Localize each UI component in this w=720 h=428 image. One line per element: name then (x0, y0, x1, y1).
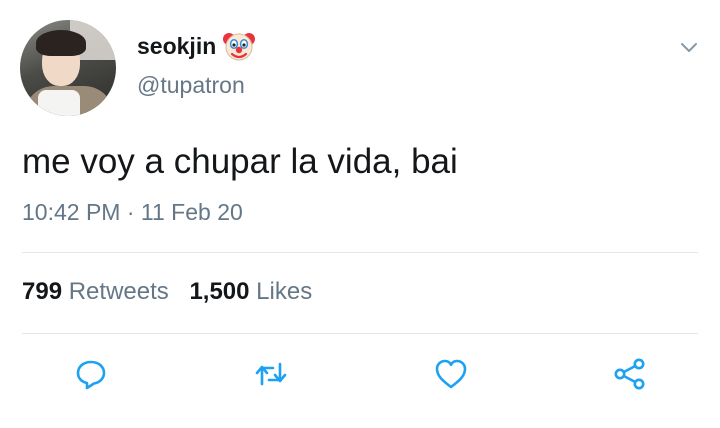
like-icon[interactable] (433, 356, 469, 392)
avatar-shirt (38, 90, 80, 116)
likes-count: 1,500 (189, 278, 250, 305)
tweet-time: 10:42 PM (22, 199, 121, 225)
author-handle[interactable]: @tupatron (137, 72, 245, 99)
chevron-down-icon[interactable] (678, 36, 700, 58)
retweets-count: 799 (22, 278, 63, 305)
reply-icon[interactable] (73, 356, 109, 392)
retweets-label: Retweets (68, 278, 169, 305)
tweet-date: 11 Feb 20 (140, 199, 243, 225)
divider-bottom (22, 333, 698, 334)
tweet-stats: 799 Retweets 1,500 Likes (22, 278, 312, 306)
share-icon[interactable] (612, 356, 648, 392)
clown-face-icon (222, 29, 256, 63)
avatar-hair (36, 30, 86, 56)
divider-top (22, 252, 698, 253)
tweet-actions (0, 356, 720, 396)
display-name[interactable]: seokjin (137, 33, 216, 60)
likes-label: Likes (256, 278, 313, 305)
timestamp-separator: · (126, 199, 135, 225)
retweets-stat[interactable]: 799 Retweets (22, 278, 169, 306)
likes-stat[interactable]: 1,500 Likes (189, 278, 312, 306)
author-name-row[interactable]: seokjin (137, 29, 256, 63)
tweet-timestamp[interactable]: 10:42 PM · 11 Feb 20 (22, 199, 243, 226)
tweet-text: me voy a chupar la vida, bai (22, 142, 458, 181)
retweet-icon[interactable] (253, 356, 289, 392)
avatar[interactable] (20, 20, 116, 116)
